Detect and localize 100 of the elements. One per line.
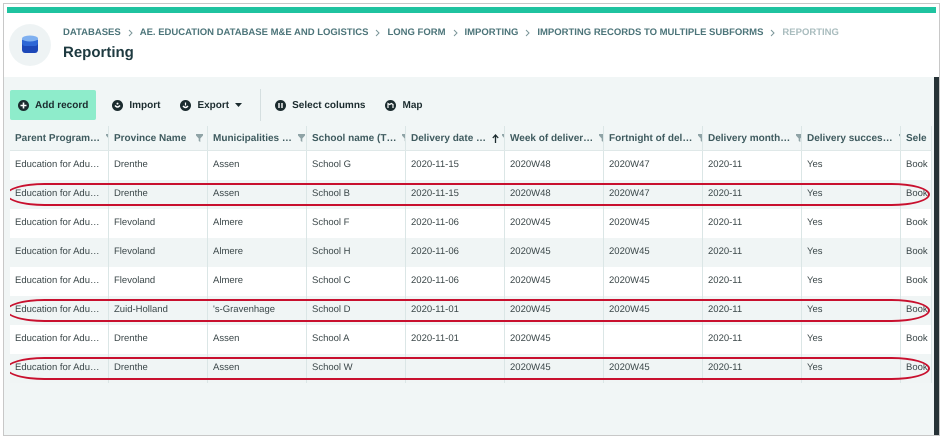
table-cell-text: Education for Adu… xyxy=(15,216,100,230)
table-cell-text: Yes xyxy=(807,332,822,346)
table-cell-text: Education for Adu… xyxy=(15,303,100,318)
table-cell-text: Flevoland xyxy=(114,245,156,260)
table-cell-text: School C xyxy=(312,274,351,288)
filter-icon[interactable] xyxy=(298,134,305,142)
column-header[interactable]: Municipalities … xyxy=(213,130,292,146)
column-header[interactable]: School name (T… xyxy=(312,130,396,146)
breadcrumb-current: REPORTING xyxy=(782,26,839,40)
table-cell-text: 2020W45 xyxy=(510,332,551,346)
table-cell-text: Book xyxy=(906,187,928,202)
plus-icon xyxy=(18,100,29,110)
table-cell-text: 2020-11-15 xyxy=(411,187,459,202)
table-cell-text: 2020-11 xyxy=(708,274,742,288)
column-header[interactable]: Delivery date … xyxy=(411,130,486,146)
table-cell-text: 2020-11-06 xyxy=(411,274,459,288)
breadcrumb-link[interactable]: IMPORTING RECORDS TO MULTIPLE SUBFORMS xyxy=(537,26,764,40)
column-header[interactable]: Parent Program… xyxy=(15,130,100,146)
table-cell-text: Book xyxy=(906,332,928,346)
table-cell-text: Education for Adu… xyxy=(15,332,100,346)
column-header[interactable]: Week of deliver… xyxy=(510,130,594,146)
table-cell-text: 2020-11-15 xyxy=(411,158,459,172)
table-cell-text: School B xyxy=(312,187,350,202)
breadcrumb-link[interactable]: IMPORTING xyxy=(464,26,518,40)
table-cell-text: School G xyxy=(312,158,352,172)
import-button[interactable]: Import xyxy=(104,90,168,120)
scrollbar[interactable] xyxy=(934,77,939,435)
table-cell-text: Almere xyxy=(213,216,244,230)
table-cell-text: Flevoland xyxy=(114,274,156,288)
table-cell-text: 2020-11 xyxy=(708,216,742,230)
export-icon xyxy=(180,100,192,110)
column-header[interactable]: Delivery month… xyxy=(708,130,790,146)
map-icon xyxy=(385,100,396,110)
table-cell-text: School F xyxy=(312,216,350,230)
column-header[interactable]: Delivery succes… xyxy=(807,130,893,146)
table-cell-text: 2020W48 xyxy=(510,187,551,202)
table-cell-text: 2020W47 xyxy=(609,158,650,172)
table-cell-text: Book xyxy=(906,216,928,230)
table-cell-text: Almere xyxy=(213,274,244,288)
table-cell-text: 2020-11 xyxy=(708,187,742,202)
table-cell-text: 2020-11 xyxy=(708,303,742,318)
chevron-icon xyxy=(375,28,380,37)
table-cell-text: 2020W45 xyxy=(609,216,650,230)
column-header[interactable]: Sele xyxy=(906,130,927,146)
table-cell-text: 2020W48 xyxy=(510,158,551,172)
chevron-icon xyxy=(452,28,458,37)
table-cell-text: Flevoland xyxy=(114,216,156,230)
table-cell-text: Yes xyxy=(807,274,822,288)
table-cell-text: Assen xyxy=(213,187,240,202)
table-cell-text: 2020-11 xyxy=(708,245,742,260)
table-cell-text: 2020-11-06 xyxy=(411,245,459,260)
table-cell-text: Education for Adu… xyxy=(15,187,100,202)
table-cell-text: School W xyxy=(312,361,353,376)
table-cell-text: 2020W45 xyxy=(609,274,650,288)
map-button[interactable]: Map xyxy=(377,90,430,120)
table-cell-text: Yes xyxy=(807,187,822,202)
table-cell-text: 2020W45 xyxy=(510,274,551,288)
table-cell-text: School D xyxy=(312,303,351,318)
breadcrumb-link[interactable]: LONG FORM xyxy=(387,26,446,40)
table-cell-text: Almere xyxy=(213,245,244,260)
table-cell-text: Assen xyxy=(213,361,240,376)
table-cell-text: 2020W45 xyxy=(510,361,551,376)
column-header[interactable]: Fortnight of del… xyxy=(609,130,692,146)
sort-ascending-icon[interactable] xyxy=(492,134,500,142)
columns-icon xyxy=(275,100,286,110)
export-button[interactable]: Export xyxy=(172,90,250,120)
table-cell-text: Drenthe xyxy=(114,332,148,346)
table-cell-text: 2020W45 xyxy=(609,361,650,376)
table-cell-text: Yes xyxy=(807,361,822,376)
table-cell-text: 2020W45 xyxy=(510,303,551,318)
table-cell-text: 2020-11 xyxy=(708,158,742,172)
table-cell-text: Book xyxy=(906,303,928,318)
column-header[interactable]: Province Name xyxy=(114,130,186,146)
page-title: Reporting xyxy=(63,42,135,63)
database-icon xyxy=(9,24,51,66)
table-cell-text: 2020W45 xyxy=(510,216,551,230)
table-cell-text: 2020W45 xyxy=(609,245,650,260)
table-cell-text: Assen xyxy=(213,158,240,172)
filter-icon[interactable] xyxy=(196,134,203,142)
table-cell-text: 2020-11-01 xyxy=(411,332,459,346)
table-cell-text: Book xyxy=(906,361,928,376)
add-button[interactable]: Add record xyxy=(10,90,96,120)
table-cell-text: 2020-11 xyxy=(708,332,742,346)
table-cell-text: Drenthe xyxy=(114,158,148,172)
table-cell-text: Education for Adu… xyxy=(15,158,100,172)
table-cell-text: Education for Adu… xyxy=(15,361,100,376)
table-cell-text: Yes xyxy=(807,303,822,318)
table-cell-text: 's-Gravenhage xyxy=(213,303,276,318)
table-cell-text: Book xyxy=(906,274,928,288)
breadcrumb-link[interactable]: DATABASES xyxy=(63,26,121,40)
columns-button[interactable]: Select columns xyxy=(267,90,374,120)
filter-icon[interactable] xyxy=(796,134,801,142)
breadcrumb-link[interactable]: AE. EDUCATION DATABASE M&E AND LOGISTICS xyxy=(140,26,368,40)
chevron-icon xyxy=(770,28,776,37)
table-cell-text: Assen xyxy=(213,332,240,346)
table-cell-text: 2020-11-06 xyxy=(411,216,459,230)
table-cell-text: Drenthe xyxy=(114,361,148,376)
table-cell-text: Yes xyxy=(807,216,822,230)
table-cell-text: Yes xyxy=(807,158,822,172)
table-cell-text: School H xyxy=(312,245,351,260)
